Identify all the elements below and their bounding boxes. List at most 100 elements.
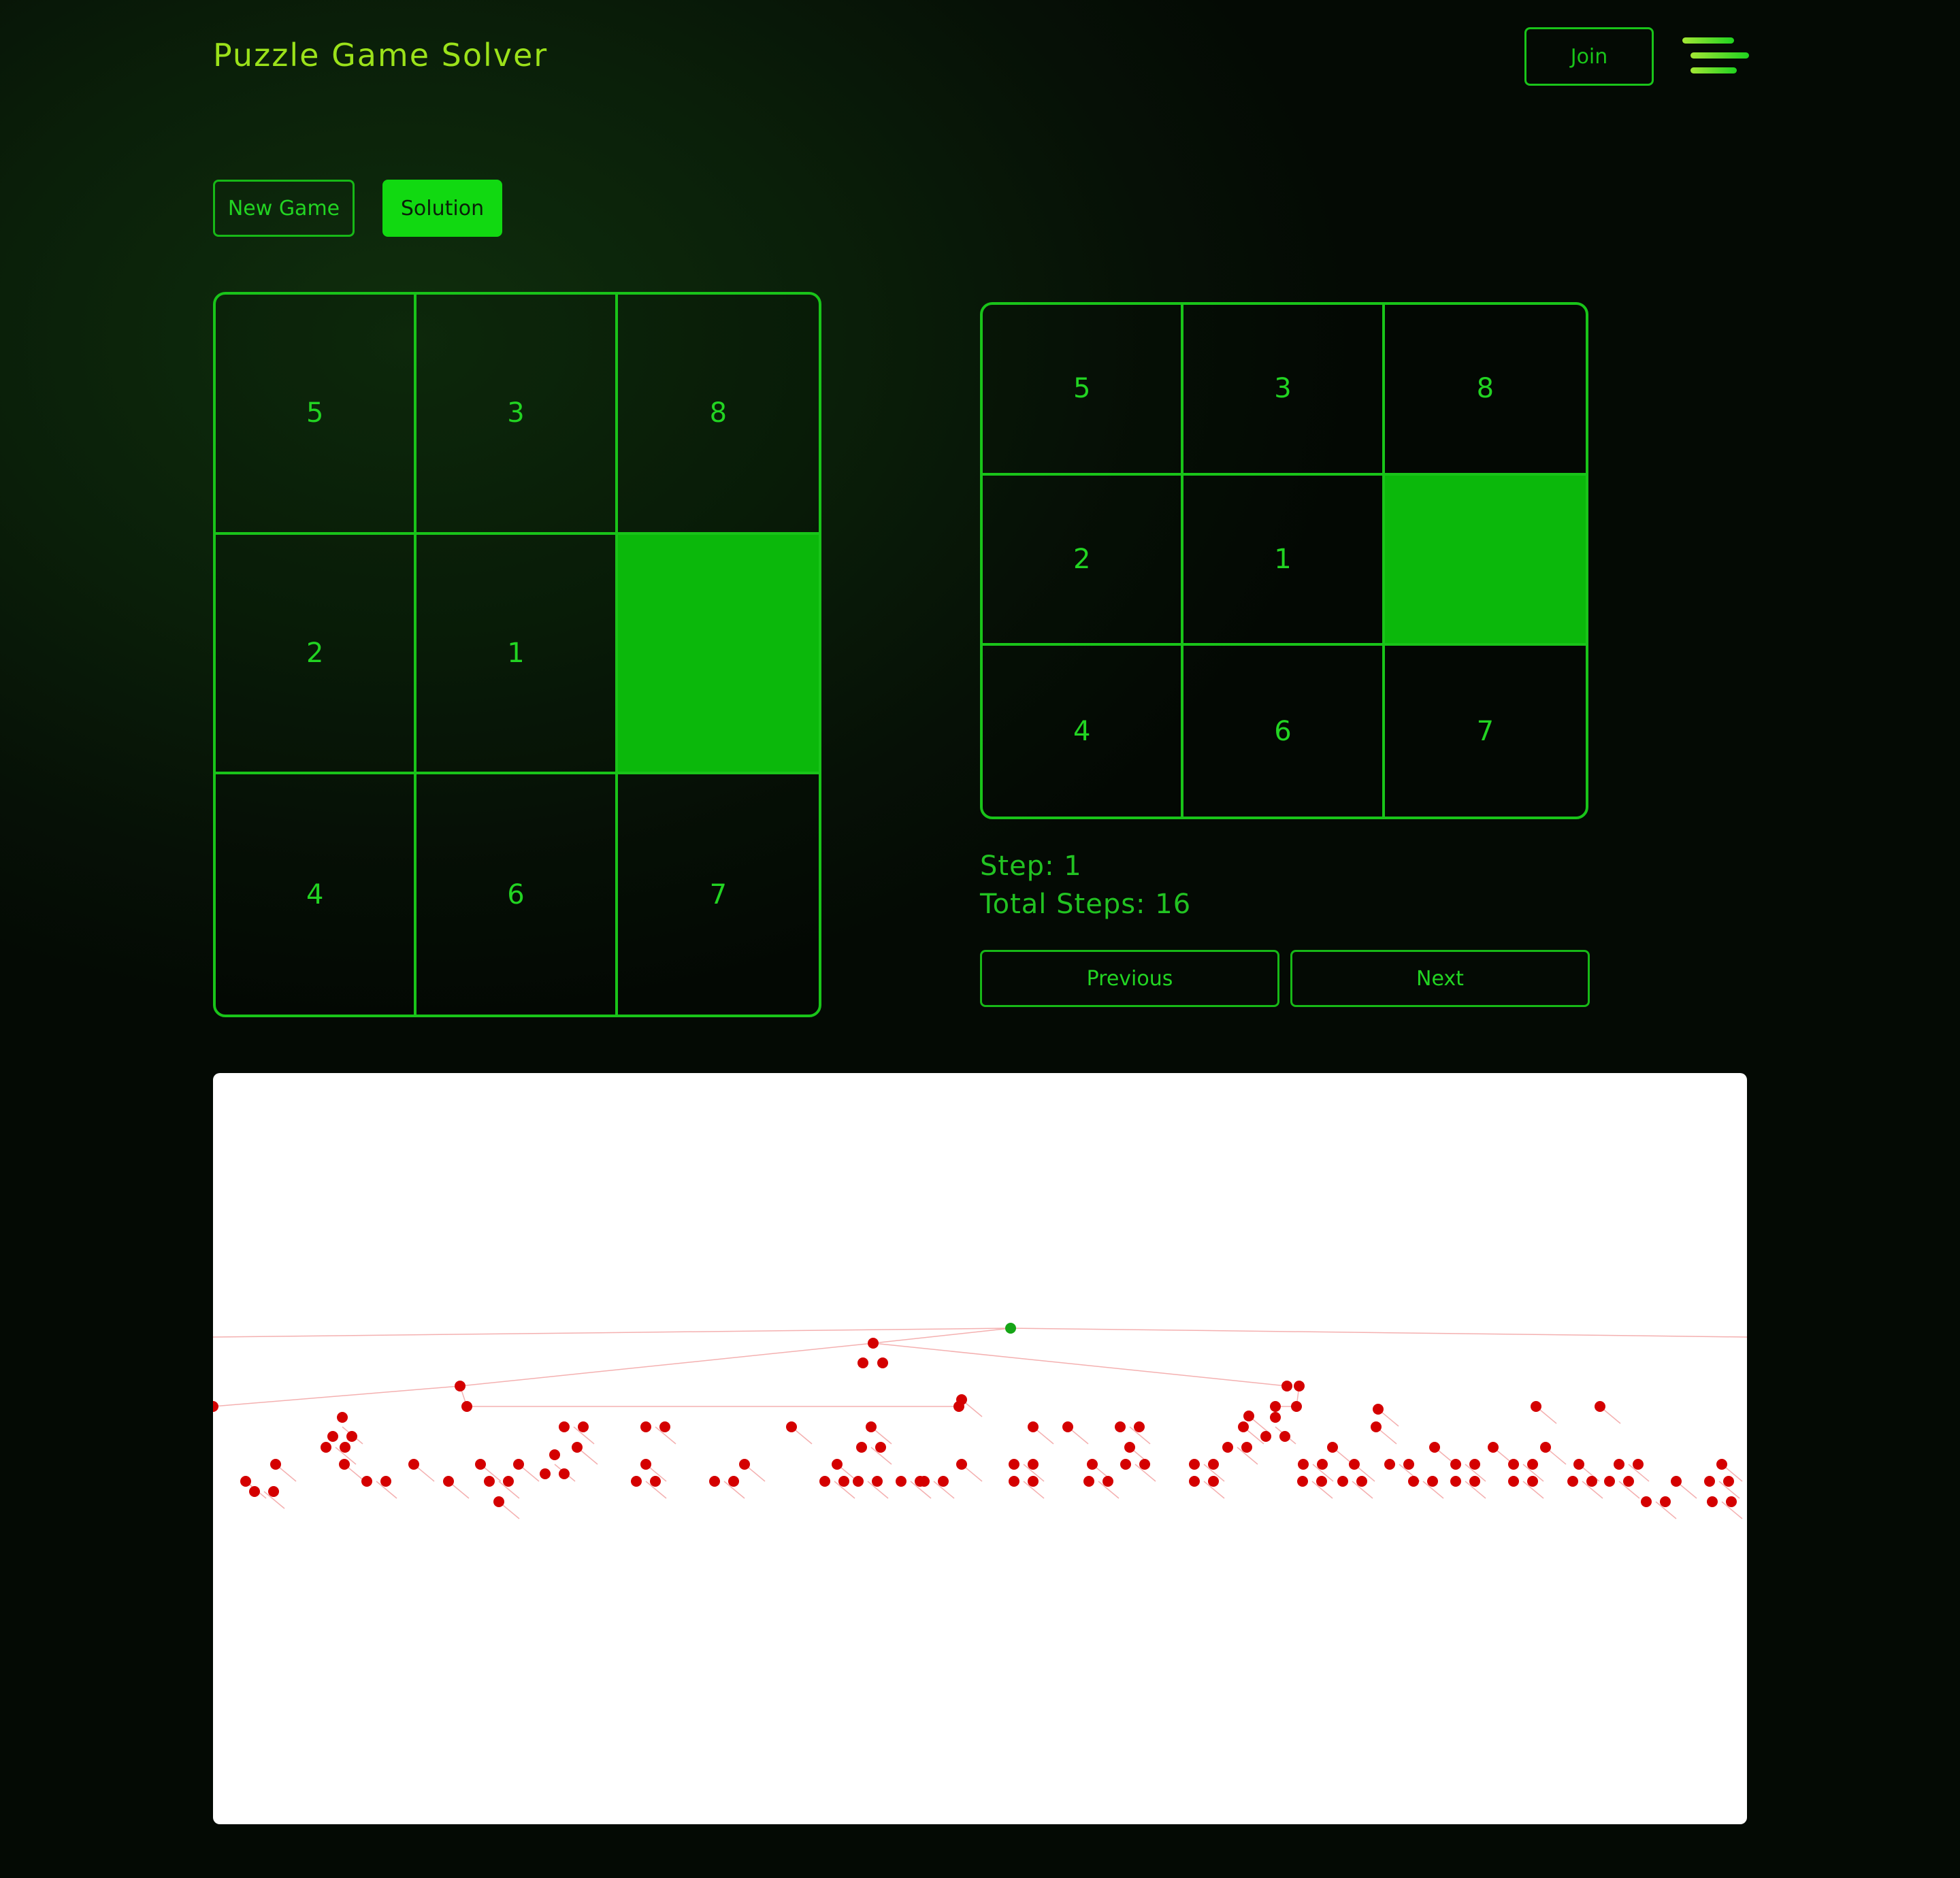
tree-node[interactable]	[1009, 1476, 1019, 1487]
tree-node[interactable]	[1373, 1404, 1384, 1415]
tree-node[interactable]	[1527, 1459, 1538, 1470]
tree-node[interactable]	[1208, 1459, 1219, 1470]
next-button[interactable]: Next	[1290, 950, 1590, 1007]
tree-node[interactable]	[380, 1476, 391, 1487]
tree-node[interactable]	[872, 1476, 883, 1487]
tree-node[interactable]	[1270, 1412, 1281, 1423]
tree-node[interactable]	[1243, 1411, 1254, 1421]
tree-node[interactable]	[739, 1459, 750, 1470]
board-blank-tile[interactable]	[617, 534, 819, 775]
tree-node[interactable]	[1009, 1459, 1019, 1470]
tree-node[interactable]	[1604, 1476, 1615, 1487]
tree-node[interactable]	[956, 1459, 967, 1470]
tree-node[interactable]	[956, 1394, 967, 1405]
tree-node[interactable]	[832, 1459, 843, 1470]
tree-node[interactable]	[1408, 1476, 1419, 1487]
search-tree-graph[interactable]	[213, 1073, 1747, 1824]
previous-button[interactable]: Previous	[980, 950, 1279, 1007]
tree-node[interactable]	[1469, 1476, 1480, 1487]
hamburger-menu-icon[interactable]	[1681, 37, 1749, 78]
tree-node[interactable]	[1317, 1459, 1328, 1470]
tree-node[interactable]	[1189, 1459, 1200, 1470]
tree-node[interactable]	[1488, 1442, 1499, 1453]
tree-node[interactable]	[1260, 1431, 1271, 1442]
tree-node[interactable]	[1281, 1381, 1292, 1391]
tree-node[interactable]	[659, 1421, 670, 1432]
tree-node[interactable]	[540, 1468, 551, 1479]
tree-node[interactable]	[1573, 1459, 1584, 1470]
tree-node[interactable]	[475, 1459, 486, 1470]
tree-node[interactable]	[1614, 1459, 1624, 1470]
tree-node[interactable]	[1586, 1476, 1597, 1487]
board-tile-7[interactable]: 4	[216, 774, 417, 1015]
tree-node[interactable]	[1531, 1401, 1541, 1412]
tree-node[interactable]	[838, 1476, 849, 1487]
tree-node[interactable]	[1241, 1442, 1252, 1453]
tree-node[interactable]	[1115, 1421, 1126, 1432]
tree-node[interactable]	[1102, 1476, 1113, 1487]
board-tile-8[interactable]: 6	[416, 774, 618, 1015]
tree-node[interactable]	[1356, 1476, 1367, 1487]
board-tile-4[interactable]: 2	[216, 534, 417, 775]
tree-node[interactable]	[1222, 1442, 1233, 1453]
tree-node[interactable]	[1403, 1459, 1414, 1470]
tree-node[interactable]	[572, 1442, 583, 1453]
tree-node[interactable]	[339, 1459, 350, 1470]
tree-node[interactable]	[578, 1421, 589, 1432]
tree-node[interactable]	[1238, 1421, 1249, 1432]
tree-node[interactable]	[1671, 1476, 1682, 1487]
solution-button[interactable]: Solution	[382, 180, 502, 237]
board-tile-1[interactable]: 5	[216, 295, 417, 535]
tree-node[interactable]	[1270, 1401, 1281, 1412]
tree-node[interactable]	[1279, 1431, 1290, 1442]
tree-node[interactable]	[1291, 1401, 1302, 1412]
tree-node[interactable]	[513, 1459, 524, 1470]
tree-node[interactable]	[503, 1476, 514, 1487]
board-tile-5[interactable]: 1	[416, 534, 618, 775]
tree-node[interactable]	[1527, 1476, 1538, 1487]
tree-node[interactable]	[640, 1421, 651, 1432]
tree-node[interactable]	[240, 1476, 251, 1487]
tree-node[interactable]	[337, 1412, 348, 1423]
tree-node[interactable]	[938, 1476, 949, 1487]
tree-node[interactable]	[1087, 1459, 1098, 1470]
tree-node[interactable]	[1429, 1442, 1440, 1453]
tree-node[interactable]	[249, 1486, 260, 1497]
tree-node[interactable]	[1028, 1421, 1039, 1432]
tree-node[interactable]	[1349, 1459, 1360, 1470]
tree-node[interactable]	[559, 1468, 570, 1479]
tree-node[interactable]	[856, 1442, 867, 1453]
tree-node[interactable]	[728, 1476, 739, 1487]
tree-node[interactable]	[484, 1476, 495, 1487]
board-tile-3[interactable]: 8	[617, 295, 819, 535]
tree-node[interactable]	[1469, 1459, 1480, 1470]
tree-node[interactable]	[1508, 1459, 1519, 1470]
tree-node[interactable]	[213, 1401, 218, 1412]
tree-node[interactable]	[1134, 1421, 1145, 1432]
board-tile-9[interactable]: 7	[617, 774, 819, 1015]
tree-node[interactable]	[1660, 1496, 1671, 1507]
tree-node[interactable]	[1508, 1476, 1519, 1487]
tree-node[interactable]	[1139, 1459, 1150, 1470]
tree-node[interactable]	[1124, 1442, 1135, 1453]
tree-node[interactable]	[896, 1476, 906, 1487]
tree-node[interactable]	[1633, 1459, 1644, 1470]
tree-node[interactable]	[1028, 1476, 1039, 1487]
root-node[interactable]	[1005, 1323, 1016, 1334]
tree-node[interactable]	[1327, 1442, 1338, 1453]
search-tree-panel[interactable]	[213, 1073, 1747, 1824]
tree-node[interactable]	[640, 1459, 651, 1470]
tree-node[interactable]	[631, 1476, 642, 1487]
tree-node[interactable]	[1567, 1476, 1578, 1487]
tree-node[interactable]	[709, 1476, 720, 1487]
tree-node[interactable]	[877, 1357, 888, 1368]
tree-node[interactable]	[361, 1476, 372, 1487]
tree-node[interactable]	[1641, 1496, 1652, 1507]
tree-node[interactable]	[1450, 1459, 1461, 1470]
tree-node[interactable]	[1384, 1459, 1395, 1470]
tree-node[interactable]	[650, 1476, 661, 1487]
tree-node[interactable]	[1716, 1459, 1727, 1470]
tree-node[interactable]	[321, 1442, 331, 1453]
tree-node[interactable]	[1707, 1496, 1718, 1507]
tree-node[interactable]	[1189, 1476, 1200, 1487]
